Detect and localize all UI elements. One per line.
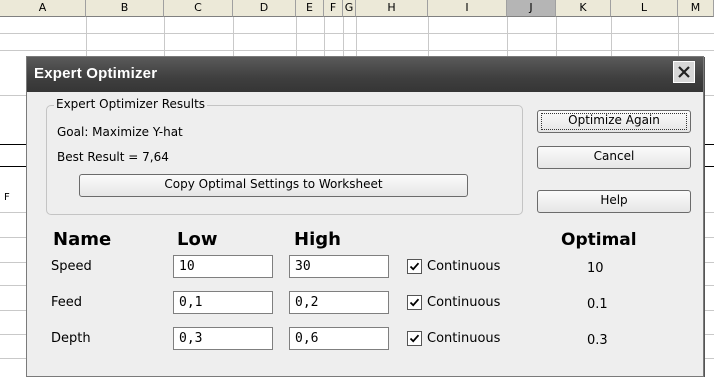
optimize-again-button[interactable]: Optimize Again (537, 110, 691, 133)
column-header-c[interactable]: C (164, 0, 233, 17)
optimal-value-feed: 0.1 (587, 297, 608, 312)
optimal-value-depth: 0.3 (587, 333, 608, 348)
help-button[interactable]: Help (537, 190, 691, 213)
checkmark-icon (409, 262, 420, 271)
column-header-e[interactable]: E (296, 0, 324, 17)
column-header-h[interactable]: H (356, 0, 428, 17)
high-input-speed[interactable] (289, 255, 389, 278)
variable-name-speed: Speed (51, 259, 92, 274)
low-column-header: Low (177, 229, 218, 250)
results-group-label: Expert Optimizer Results (54, 97, 208, 111)
high-input-depth[interactable] (289, 327, 389, 350)
close-button[interactable] (673, 61, 695, 83)
column-header-j[interactable]: J (507, 0, 556, 17)
optimal-column-header: Optimal (561, 230, 637, 250)
column-header-g[interactable]: G (343, 0, 356, 17)
best-result-text: Best Result = 7,64 (57, 150, 169, 164)
close-icon (678, 66, 690, 78)
high-column-header: High (294, 229, 341, 250)
variable-name-depth: Depth (51, 331, 91, 346)
low-input-speed[interactable] (173, 255, 273, 278)
column-header-b[interactable]: B (86, 0, 164, 17)
column-header-i[interactable]: I (428, 0, 507, 17)
name-column-header: Name (53, 229, 112, 250)
continuous-checkbox-feed[interactable] (407, 295, 422, 310)
column-header-a[interactable]: A (0, 0, 86, 17)
dialog-title: Expert Optimizer (34, 65, 158, 82)
continuous-label-feed[interactable]: Continuous (427, 295, 500, 310)
low-input-feed[interactable] (173, 291, 273, 314)
expert-optimizer-dialog: Expert Optimizer Expert Optimizer Result… (26, 56, 704, 377)
optimal-value-speed: 10 (587, 261, 604, 276)
continuous-checkbox-depth[interactable] (407, 331, 422, 346)
continuous-label-depth[interactable]: Continuous (427, 331, 500, 346)
column-header-d[interactable]: D (233, 0, 296, 17)
goal-text: Goal: Maximize Y-hat (57, 125, 183, 139)
grid-line (0, 50, 714, 51)
continuous-checkbox-speed[interactable] (407, 259, 422, 274)
dialog-titlebar[interactable]: Expert Optimizer (27, 57, 703, 92)
checkmark-icon (409, 334, 420, 343)
copy-optimal-settings-button[interactable]: Copy Optimal Settings to Worksheet (79, 174, 468, 197)
column-header-l[interactable]: L (611, 0, 678, 17)
high-input-feed[interactable] (289, 291, 389, 314)
row-marker: F (4, 192, 10, 203)
column-header-m[interactable]: M (678, 0, 714, 17)
continuous-label-speed[interactable]: Continuous (427, 259, 500, 274)
grid-line (0, 33, 714, 34)
low-input-depth[interactable] (173, 327, 273, 350)
cancel-button[interactable]: Cancel (537, 146, 691, 169)
variable-name-feed: Feed (51, 295, 83, 310)
column-header-k[interactable]: K (556, 0, 611, 17)
focus-outline (541, 113, 687, 130)
checkmark-icon (409, 298, 420, 307)
column-header-f[interactable]: F (324, 0, 343, 17)
